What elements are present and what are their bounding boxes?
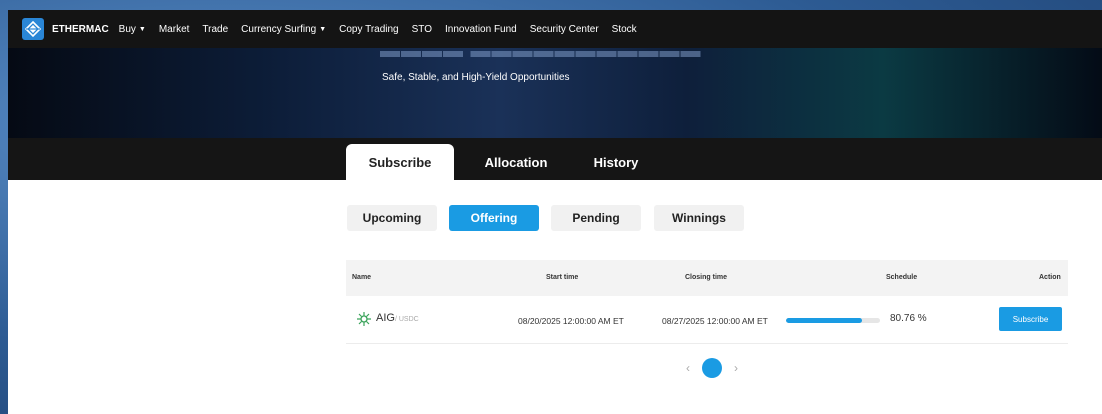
progress-fill <box>786 318 862 323</box>
nav-item-label: STO <box>411 23 433 35</box>
column-schedule: Schedule <box>886 274 918 281</box>
nav-item-market[interactable]: Market <box>159 24 190 35</box>
start-time-cell: 08/20/2025 12:00:00 AM ET <box>518 316 624 326</box>
subscribe-button[interactable]: Subscribe <box>999 307 1062 331</box>
hero-title-cropped: ▬▬▬▬ ▬▬▬▬▬▬▬▬▬▬▬ <box>380 40 702 62</box>
nav-item-label: Market <box>158 23 190 35</box>
logo-icon[interactable] <box>22 18 44 40</box>
main-tab-bar: Subscribe Allocation History <box>8 138 1102 180</box>
nav-item-security-center[interactable]: Security Center <box>530 24 599 35</box>
coin-symbol: AIG <box>376 312 395 324</box>
schedule-percent: 80.76 % <box>890 313 927 324</box>
tab-history[interactable]: History <box>578 144 654 180</box>
coin-icon <box>356 311 372 327</box>
nav-item-trade[interactable]: Trade <box>202 24 228 35</box>
nav-item-label: Copy Trading <box>339 23 399 35</box>
nav-item-innovation-fund[interactable]: Innovation Fund <box>445 24 517 35</box>
subtab-pending[interactable]: Pending <box>551 205 641 231</box>
tab-allocation[interactable]: Allocation <box>464 144 568 180</box>
table-row: AIG/ USDC 08/20/2025 12:00:00 AM ET 08/2… <box>346 298 1068 344</box>
nav-item-label: Security Center <box>529 23 599 35</box>
table-header: Name Start time Closing time Schedule Ac… <box>346 260 1068 296</box>
nav-item-copy-trading[interactable]: Copy Trading <box>339 24 398 35</box>
column-action: Action <box>1039 274 1061 281</box>
next-page-icon[interactable]: › <box>728 361 744 375</box>
prev-page-icon[interactable]: ‹ <box>680 361 696 375</box>
caret-down-icon: ▼ <box>319 25 327 33</box>
nav-item-sto[interactable]: STO <box>412 24 432 35</box>
coin-name: AIG/ USDC <box>376 312 419 324</box>
nav-item-label: Currency Surfing <box>241 23 317 35</box>
nav-item-currency-surfing[interactable]: Currency Surfing ▼ <box>241 24 326 35</box>
column-closing-time: Closing time <box>685 274 728 281</box>
subtab-offering[interactable]: Offering <box>449 205 539 231</box>
nav-item-stock[interactable]: Stock <box>612 24 637 35</box>
subtab-winnings[interactable]: Winnings <box>654 205 744 231</box>
coin-pair: / USDC <box>394 316 419 323</box>
nav-item-label: Buy <box>118 23 136 35</box>
column-start-time: Start time <box>546 274 579 281</box>
page-1-button[interactable]: 1 <box>702 358 722 378</box>
closing-time-cell: 08/27/2025 12:00:00 AM ET <box>662 316 768 326</box>
column-name: Name <box>352 274 372 281</box>
nav-item-label: Trade <box>202 23 229 35</box>
subtab-upcoming[interactable]: Upcoming <box>347 205 437 231</box>
pagination: ‹ 1 › <box>680 358 744 378</box>
nav-item-buy[interactable]: Buy ▼ <box>119 24 146 35</box>
hero-subtitle: Safe, Stable, and High-Yield Opportuniti… <box>382 72 570 83</box>
tab-subscribe[interactable]: Subscribe <box>346 144 454 180</box>
app-window: ETHERMAC Buy ▼ Market Trade Currency Surf… <box>8 10 1102 414</box>
caret-down-icon: ▼ <box>138 25 146 33</box>
hero-banner: ▬▬▬▬ ▬▬▬▬▬▬▬▬▬▬▬ Safe, Stable, and High-… <box>8 40 1102 138</box>
nav-item-label: Stock <box>611 23 637 35</box>
brand-name[interactable]: ETHERMAC <box>52 24 109 35</box>
nav-item-label: Innovation Fund <box>445 23 517 35</box>
schedule-progress-bar <box>786 318 880 323</box>
